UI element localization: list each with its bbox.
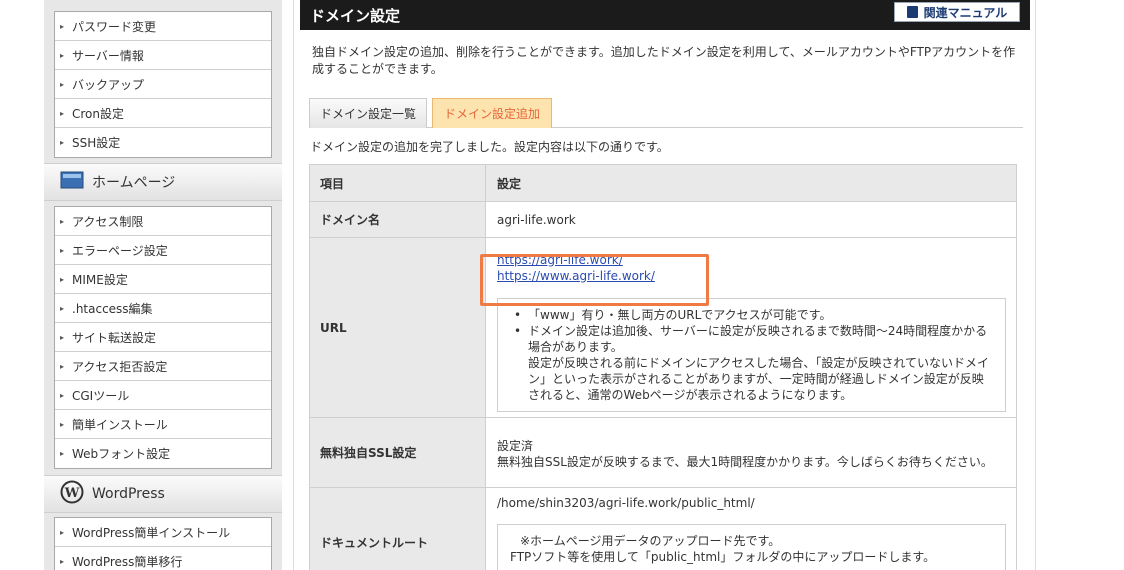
sidebar-item-label: .htaccess編集: [72, 301, 153, 316]
sidebar-item-label: CGIツール: [72, 388, 130, 403]
sidebar-item-error-page[interactable]: ▸ エラーページ設定: [55, 236, 271, 265]
arrow-icon: ▸: [60, 361, 65, 371]
url-note-item: ドメイン設定は追加後、サーバーに設定が反映されるまで数時間～24時間程度かかる場…: [514, 323, 995, 355]
sidebar-item-cron[interactable]: ▸ Cron設定: [55, 99, 271, 128]
arrow-icon: ▸: [60, 390, 65, 400]
sidebar-item-easy-install[interactable]: ▸ 簡単インストール: [55, 410, 271, 439]
wordpress-menu: ▸ WordPress簡単インストール ▸ WordPress簡単移行: [54, 517, 272, 570]
arrow-icon: ▸: [60, 50, 65, 60]
server-menu: ▸ パスワード変更 ▸ サーバー情報 ▸ バックアップ ▸ Cron設定 ▸ SSH設定: [54, 11, 272, 158]
docroot-value: /home/shin3203/agri-life.work/public_htm…: [497, 496, 755, 510]
completion-message: ドメイン設定の追加を完了しました。設定内容は以下の通りです。: [310, 140, 669, 154]
row-label-ssl: 無料独自SSL設定: [309, 417, 486, 488]
arrow-icon: ▸: [60, 216, 65, 226]
arrow-icon: ▸: [60, 79, 65, 89]
tab-domain-list[interactable]: ドメイン設定一覧: [309, 98, 427, 128]
highlight-box: [480, 253, 709, 306]
sidebar-item-password[interactable]: ▸ パスワード変更: [55, 12, 271, 41]
sidebar-item-web-font[interactable]: ▸ Webフォント設定: [55, 439, 271, 468]
sidebar-item-label: MIME設定: [72, 272, 128, 287]
table-header-row: 項目 設定: [309, 164, 1017, 202]
sidebar-item-label: サイト転送設定: [72, 330, 157, 345]
sidebar-item-label: WordPress簡単インストール: [72, 525, 231, 540]
section-title: ホームページ: [92, 175, 176, 191]
arrow-icon: ▸: [60, 449, 65, 458]
sidebar-item-mime[interactable]: ▸ MIME設定: [55, 265, 271, 294]
ssl-cell: 設定済 無料独自SSL設定が反映するまで、最大1時間程度かかります。今しばらくお…: [485, 417, 1017, 488]
homepage-menu: ▸ アクセス制限 ▸ エラーページ設定 ▸ MIME設定 ▸ .htaccess編集 ▸…: [54, 206, 272, 469]
sidebar-item-ssh[interactable]: ▸ SSH設定: [55, 128, 271, 157]
sidebar-item-label: アクセス拒否設定: [72, 359, 168, 374]
sidebar-item-redirect[interactable]: ▸ サイト転送設定: [55, 323, 271, 352]
docroot-note: ※ホームページ用データのアップロード先です。: [520, 534, 781, 548]
arrow-icon: ▸: [60, 274, 65, 284]
sidebar-item-cgi-tools[interactable]: ▸ CGIツール: [55, 381, 271, 410]
sidebar-item-label: Cron設定: [72, 106, 124, 121]
sidebar-item-label: パスワード変更: [72, 19, 157, 34]
arrow-icon: ▸: [60, 303, 65, 313]
column-header-item: 項目: [309, 164, 486, 202]
wordpress-section-header: W WordPress: [44, 475, 282, 513]
domain-settings-table: 項目 設定 ドメイン名 agri-life.work URL https://a…: [309, 164, 1017, 570]
docroot-cell: /home/shin3203/agri-life.work/public_htm…: [485, 487, 1017, 570]
sidebar-item-label: アクセス制限: [72, 214, 144, 229]
arrow-icon: ▸: [60, 21, 65, 31]
sidebar: ▸ パスワード変更 ▸ サーバー情報 ▸ バックアップ ▸ Cron設定 ▸ SSH設定 …: [44, 0, 282, 570]
related-manual-button[interactable]: 関連マニュアル: [894, 2, 1020, 22]
sidebar-item-label: エラーページ設定: [72, 243, 168, 258]
sidebar-item-label: バックアップ: [72, 77, 145, 92]
sidebar-item-label: SSH設定: [72, 136, 121, 150]
arrow-icon: ▸: [60, 527, 65, 537]
table-row: ドキュメントルート /home/shin3203/agri-life.work/…: [309, 487, 1017, 570]
table-row: URL https://agri-life.work/ https://www.…: [309, 237, 1017, 418]
sidebar-item-access-restriction[interactable]: ▸ アクセス制限: [55, 207, 271, 236]
arrow-icon: ▸: [60, 557, 65, 566]
tab-bar: ドメイン設定一覧 ドメイン設定追加: [309, 98, 1023, 128]
row-label-docroot: ドキュメントルート: [309, 487, 486, 570]
intro-text: 独自ドメイン設定の追加、削除を行うことができます。追加したドメイン設定を利用して…: [312, 45, 1016, 76]
url-note-item: 「www」有り・無し両方のURLでアクセスが可能です。: [514, 307, 995, 323]
domain-value: agri-life.work: [485, 201, 1017, 238]
page-title-bar: ドメイン設定 関連マニュアル: [300, 0, 1030, 30]
main-content: ドメイン設定 関連マニュアル 独自ドメイン設定の追加、削除を行うことができます。…: [293, 0, 1036, 570]
sidebar-item-htaccess[interactable]: ▸ .htaccess編集: [55, 294, 271, 323]
docroot-note: FTPソフト等を使用して「public_html」フォルダの中にアップロードしま…: [510, 550, 936, 564]
page-title: ドメイン設定: [310, 6, 401, 25]
sidebar-item-label: サーバー情報: [72, 48, 144, 63]
table-row: ドメイン名 agri-life.work: [309, 201, 1017, 238]
url-note-box: 「www」有り・無し両方のURLでアクセスが可能です。 ドメイン設定は追加後、サ…: [497, 297, 1006, 412]
table-row: 無料独自SSL設定 設定済 無料独自SSL設定が反映するまで、最大1時間程度かか…: [309, 417, 1017, 488]
arrow-icon: ▸: [60, 332, 65, 342]
column-header-setting: 設定: [485, 164, 1017, 202]
arrow-icon: ▸: [60, 108, 65, 118]
docroot-note-box: ※ホームページ用データのアップロード先です。 FTPソフト等を使用して「publ…: [497, 524, 1006, 570]
url-cell: https://agri-life.work/ https://www.agri…: [480, 237, 1017, 418]
sidebar-item-label: 簡単インストール: [72, 417, 168, 432]
sidebar-item-wp-migrate[interactable]: ▸ WordPress簡単移行: [55, 547, 271, 570]
row-label-url: URL: [309, 237, 486, 418]
homepage-section-header: ホームページ: [44, 163, 282, 201]
arrow-icon: ▸: [60, 138, 65, 147]
sidebar-item-label: Webフォント設定: [72, 447, 171, 461]
book-icon: [906, 6, 918, 18]
sidebar-item-backup[interactable]: ▸ バックアップ: [55, 70, 271, 99]
sidebar-item-label: WordPress簡単移行: [72, 555, 183, 569]
section-title: WordPress: [92, 486, 165, 502]
svg-text:W: W: [64, 486, 80, 501]
sidebar-item-access-deny[interactable]: ▸ アクセス拒否設定: [55, 352, 271, 381]
row-label-domain: ドメイン名: [309, 201, 486, 238]
wordpress-icon: W: [60, 480, 84, 508]
ssl-status: 設定済: [497, 438, 534, 453]
homepage-icon: [60, 170, 84, 194]
sidebar-item-server-info[interactable]: ▸ サーバー情報: [55, 41, 271, 70]
sidebar-item-wp-install[interactable]: ▸ WordPress簡単インストール: [55, 518, 271, 547]
tab-domain-add[interactable]: ドメイン設定追加: [432, 98, 552, 128]
arrow-icon: ▸: [60, 245, 65, 255]
related-manual-label: 関連マニュアル: [923, 5, 1008, 20]
url-note-detail: 設定が反映される前にドメインにアクセスした場合、「設定が反映されていないドメイン…: [528, 355, 990, 402]
arrow-icon: ▸: [60, 419, 65, 429]
ssl-note: 無料独自SSL設定が反映するまで、最大1時間程度かかります。今しばらくお待ちくだ…: [497, 454, 993, 469]
